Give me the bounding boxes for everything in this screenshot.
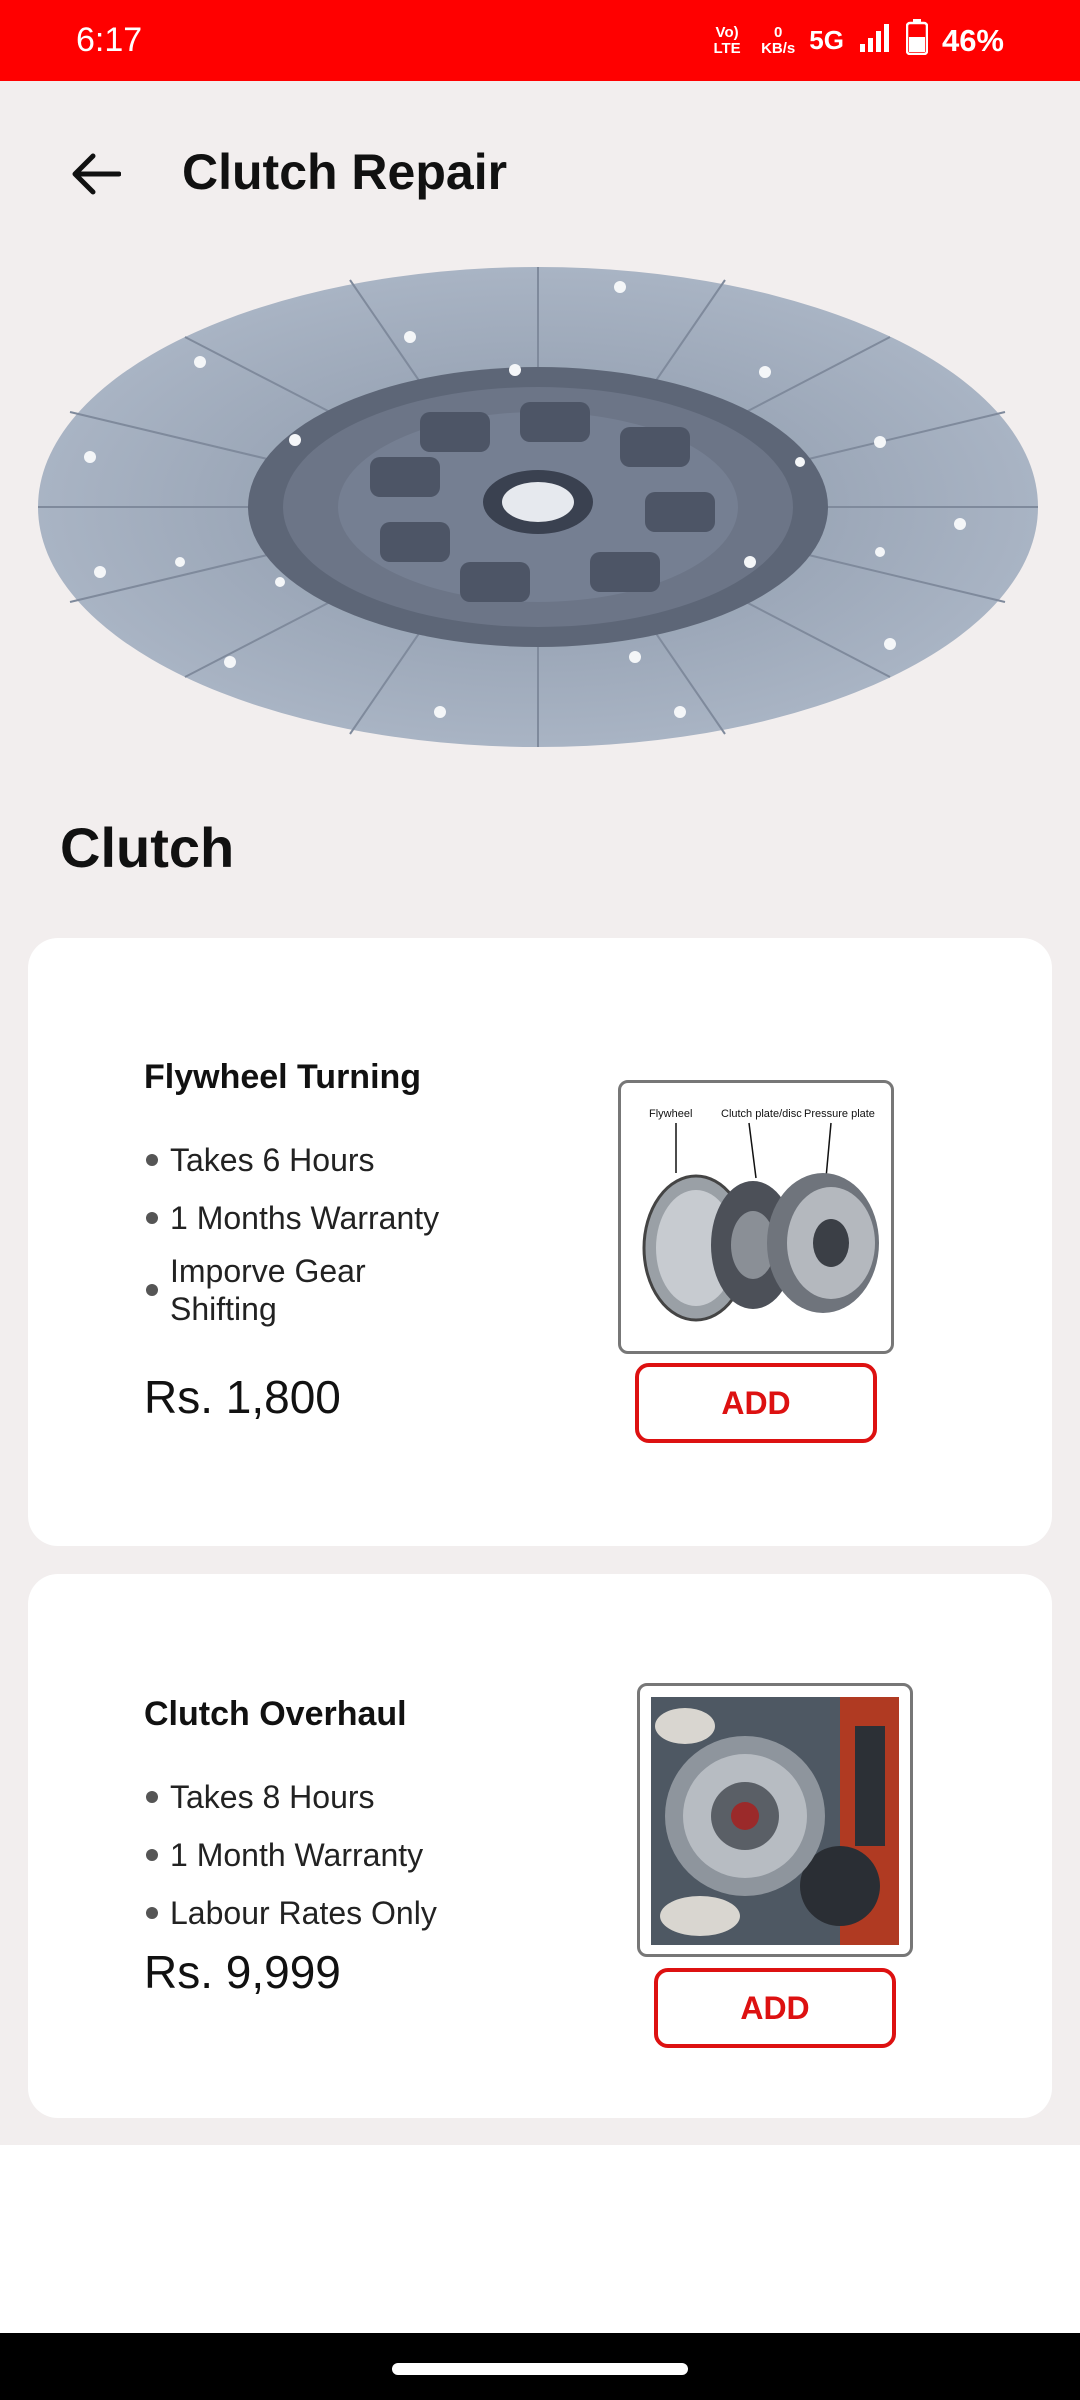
- hero-clutch-disc-image: [30, 262, 1050, 752]
- feature-item: Labour Rates Only: [144, 1884, 474, 1942]
- data-rate-indicator: 0 KB/s: [761, 23, 796, 57]
- feature-item: Imporve Gear Shifting: [144, 1247, 474, 1333]
- feature-item: 1 Month Warranty: [144, 1826, 474, 1884]
- home-gesture-handle[interactable]: [392, 2363, 688, 2375]
- diagram-label-pressure-plate: Pressure plate: [804, 1108, 875, 1120]
- service-price: Rs. 1,800: [144, 1371, 341, 1423]
- battery-level: 46%: [941, 22, 1004, 58]
- volte-indicator: Vo) LTE: [713, 23, 741, 57]
- service-features: Takes 6 Hours 1 Months Warranty Imporve …: [144, 1131, 474, 1333]
- service-features: Takes 8 Hours 1 Month Warranty Labour Ra…: [144, 1768, 474, 1942]
- add-button[interactable]: ADD: [635, 1363, 877, 1443]
- status-time: 6:17: [76, 21, 143, 59]
- status-icons: Vo) LTE 0 KB/s 5G 46%: [707, 18, 1004, 63]
- signal-icon: [858, 22, 892, 60]
- data-rate-unit: KB/s: [761, 39, 796, 57]
- app-header: Clutch Repair: [0, 81, 1080, 265]
- clutch-diagram-image: Flywheel Clutch plate/disc Pressure plat…: [618, 1080, 894, 1354]
- clutch-overhaul-image: [637, 1683, 913, 1957]
- feature-item: Takes 6 Hours: [144, 1131, 474, 1189]
- service-card-clutch-overhaul: Clutch Overhaul Takes 8 Hours 1 Month Wa…: [28, 1574, 1052, 2118]
- service-name: Flywheel Turning: [144, 1058, 422, 1096]
- network-type: 5G: [809, 25, 844, 55]
- arrow-left-icon: [72, 153, 121, 195]
- back-button[interactable]: [60, 139, 130, 209]
- diagram-label-flywheel: Flywheel: [649, 1108, 692, 1120]
- bottom-empty-area: [0, 2145, 1080, 2333]
- feature-item: Takes 8 Hours: [144, 1768, 474, 1826]
- status-bar: 6:17 Vo) LTE 0 KB/s 5G 46%: [0, 0, 1080, 81]
- data-rate-value: 0: [774, 23, 783, 41]
- add-button[interactable]: ADD: [654, 1968, 896, 2048]
- section-title: Clutch: [60, 816, 235, 879]
- service-card-flywheel-turning: Flywheel Turning Takes 6 Hours 1 Months …: [28, 938, 1052, 1546]
- page-title: Clutch Repair: [182, 144, 508, 200]
- service-price: Rs. 9,999: [144, 1946, 341, 1998]
- feature-item: 1 Months Warranty: [144, 1189, 474, 1247]
- service-name: Clutch Overhaul: [144, 1695, 407, 1733]
- diagram-label-clutch-plate: Clutch plate/disc: [721, 1108, 802, 1120]
- battery-icon: [905, 18, 929, 63]
